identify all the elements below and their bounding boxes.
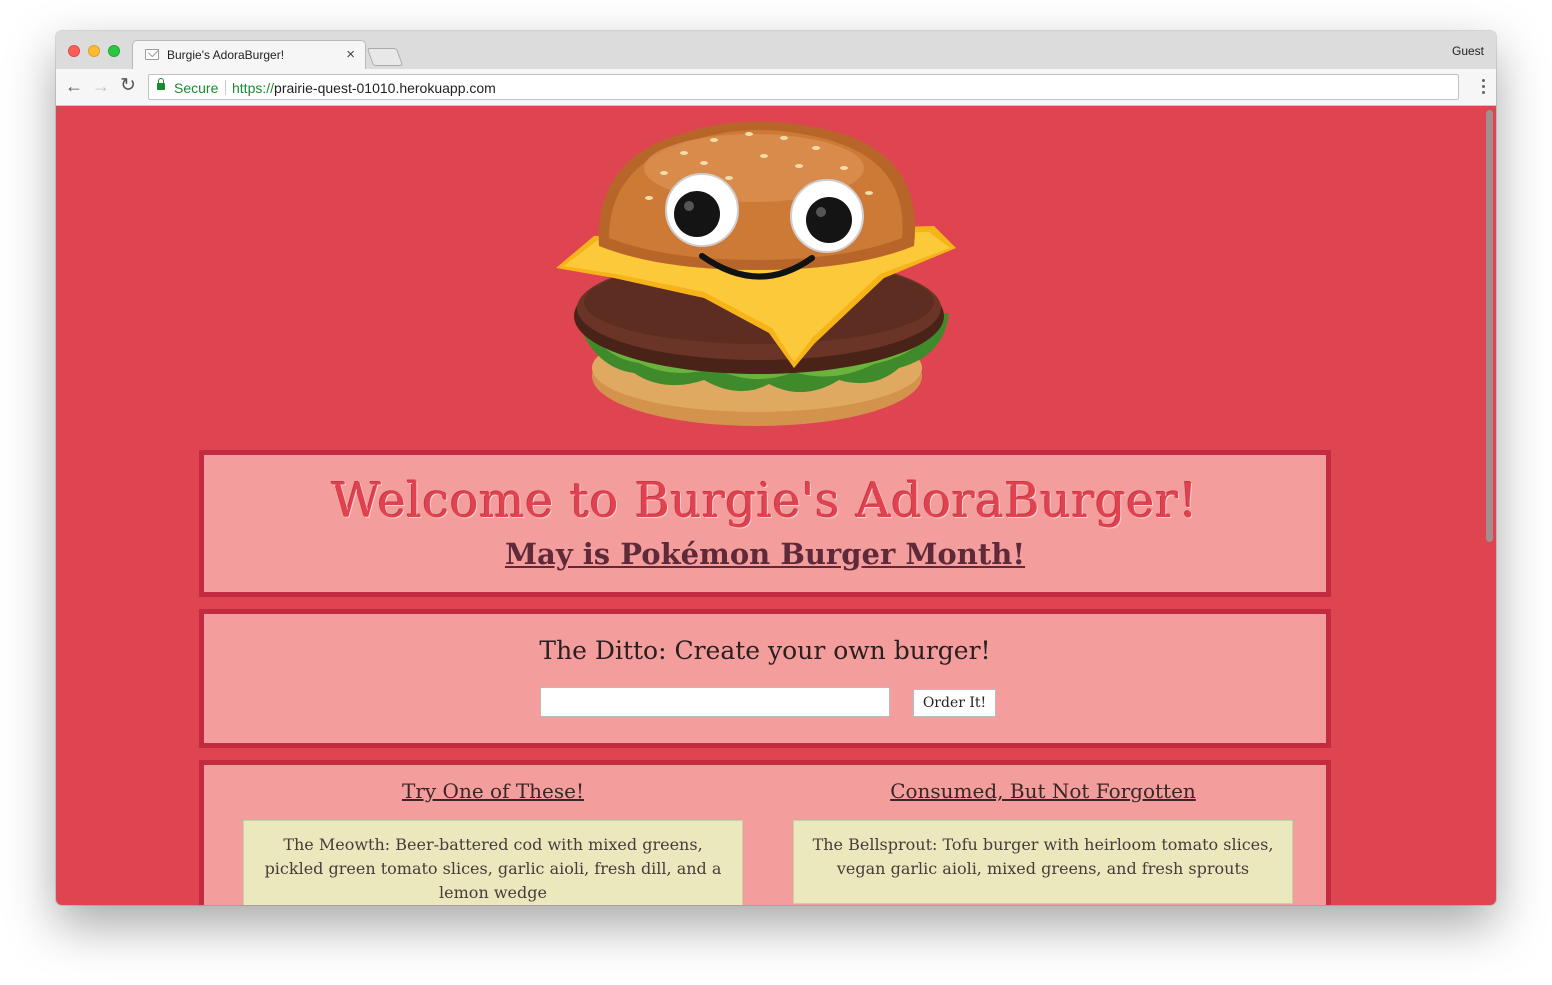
welcome-panel: Welcome to Burgie's AdoraBurger! May is … [199,450,1331,597]
create-burger-heading: The Ditto: Create your own burger! [539,636,991,665]
devoured-burgers-heading: Consumed, But Not Forgotten [890,779,1196,803]
back-icon[interactable]: ← [65,77,83,95]
secure-label: Secure [174,80,219,96]
browser-toolbar: ← → ↻ Secure https://prairie-quest-01010… [56,69,1496,106]
new-tab-button[interactable] [366,48,404,66]
tab-bar: Burgie's AdoraBurger! × Guest [56,31,1496,70]
url-text[interactable]: https://prairie-quest-01010.herokuapp.co… [232,80,496,96]
reload-icon[interactable]: ↻ [120,76,136,95]
forward-icon[interactable]: → [92,77,110,95]
burger-name-input[interactable] [540,687,890,717]
devoured-burger-card: The Bellsprout: Tofu burger with heirloo… [793,820,1293,904]
close-window-icon[interactable] [68,45,80,57]
envelope-favicon-icon [145,49,159,60]
url-host: prairie-quest-01010.herokuapp.com [274,80,496,96]
page-viewport: Welcome to Burgie's AdoraBurger! May is … [56,106,1496,905]
profile-label[interactable]: Guest [1452,44,1484,58]
available-burger-card[interactable]: The Meowth: Beer-battered cod with mixed… [243,820,743,905]
scrollbar-thumb[interactable] [1486,110,1493,542]
welcome-title: Welcome to Burgie's AdoraBurger! [331,473,1199,529]
url-divider [225,80,226,95]
maximize-window-icon[interactable] [108,45,120,57]
minimize-window-icon[interactable] [88,45,100,57]
tab-active[interactable]: Burgie's AdoraBurger! × [132,40,366,70]
tab-close-icon[interactable]: × [346,46,355,63]
promo-subtitle-link[interactable]: May is Pokémon Burger Month! [204,537,1326,571]
browser-window: Burgie's AdoraBurger! × Guest ← → ↻ Secu… [56,31,1496,905]
menu-icon[interactable] [1482,79,1485,96]
scrollbar[interactable] [1482,106,1496,905]
lock-icon [157,78,165,90]
order-button[interactable]: Order It! [913,689,996,717]
create-burger-panel: The Ditto: Create your own burger! Order… [199,609,1331,748]
address-bar[interactable]: Secure https://prairie-quest-01010.herok… [148,74,1459,100]
burger-mascot-image [556,121,956,426]
url-scheme: https:// [232,80,275,96]
available-burgers-heading: Try One of These! [401,779,585,803]
burger-lists-panel: Try One of These! Consumed, But Not Forg… [199,760,1331,905]
tab-title: Burgie's AdoraBurger! [167,48,285,62]
